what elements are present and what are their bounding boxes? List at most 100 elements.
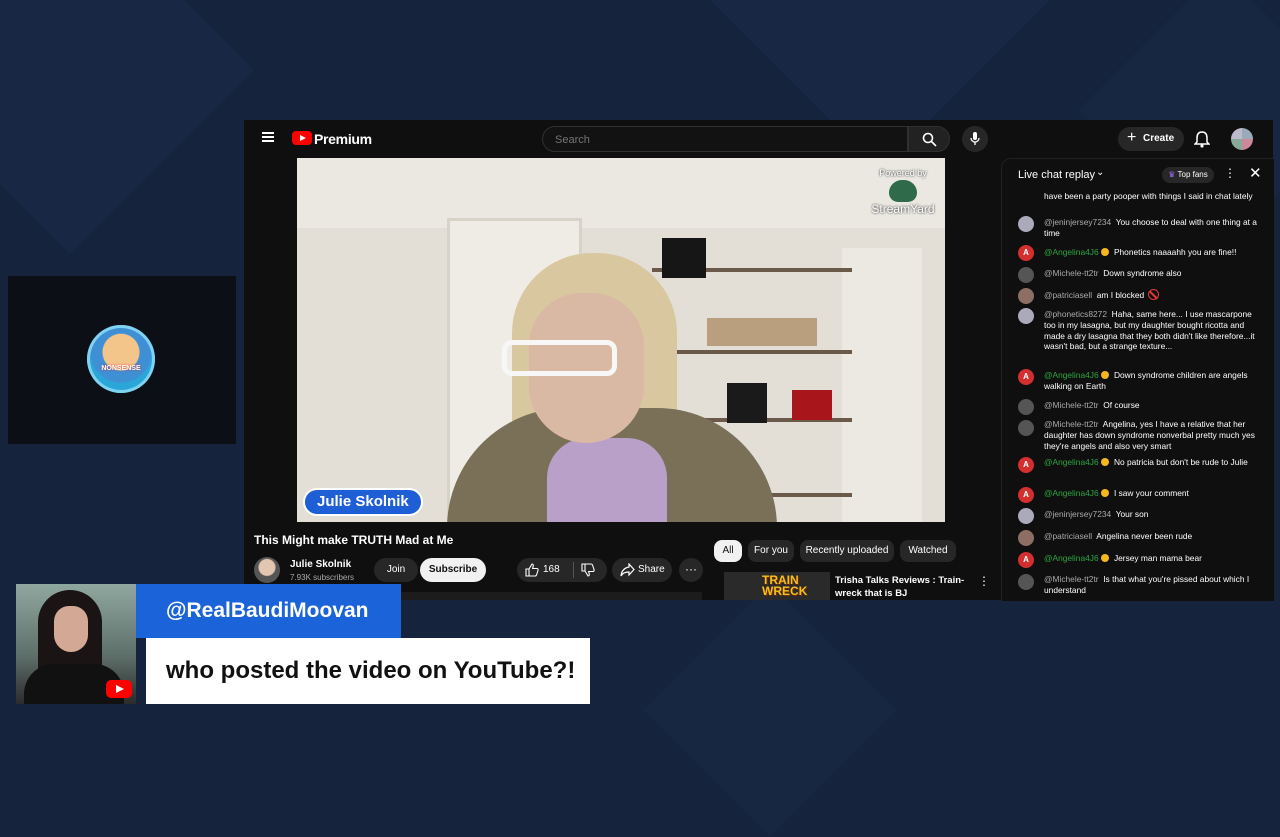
video-player[interactable]: Powered by StreamYard Julie Skolnik — [297, 158, 945, 522]
chat-author[interactable]: @Angelina4J6 — [1044, 247, 1099, 257]
chat-author[interactable]: @jeninjersey7234 — [1044, 217, 1111, 227]
create-label: Create — [1143, 133, 1175, 144]
recommended-video-menu-icon[interactable]: ⋮ — [978, 574, 990, 588]
streamyard-duck-icon — [889, 180, 917, 202]
close-icon[interactable]: ✕ — [1249, 164, 1262, 182]
chat-avatar — [1018, 574, 1034, 590]
video-scene-photos — [707, 318, 817, 346]
chat-message: @Michele-tt2tr Down syndrome also — [1044, 268, 1262, 279]
chip-watched[interactable]: Watched — [900, 540, 956, 562]
chat-author[interactable]: @jeninjersey7234 — [1044, 509, 1111, 519]
host-camera-tile — [16, 584, 136, 704]
channel-name[interactable]: Julie Skolnik — [290, 559, 351, 570]
chat-avatar — [1018, 530, 1034, 546]
caption-banner: who posted the video on YouTube?! — [146, 638, 590, 704]
create-button[interactable]: + Create — [1118, 127, 1184, 151]
chat-avatar: A — [1018, 245, 1034, 261]
chat-avatar: A — [1018, 487, 1034, 503]
search-button[interactable] — [908, 126, 950, 152]
chat-message: @Angelina4J6 Jersey man mama bear — [1044, 553, 1262, 564]
chat-author[interactable]: @Angelina4J6 — [1044, 553, 1099, 563]
chat-avatar — [1018, 399, 1034, 415]
chat-avatar: A — [1018, 552, 1034, 568]
chat-avatar: A — [1018, 457, 1034, 473]
dislike-icon[interactable] — [581, 563, 595, 577]
account-avatar[interactable] — [1231, 128, 1253, 150]
streamyard-powered-text: Powered by — [879, 168, 927, 178]
chat-message: @jeninjersey7234 You choose to deal with… — [1044, 217, 1262, 239]
chat-message: @Angelina4J6 I saw your comment — [1044, 488, 1262, 499]
chat-message: @Angelina4J6 No patricia but don't be ru… — [1044, 457, 1262, 468]
youtube-badge-icon — [106, 680, 132, 698]
youtube-topbar: Premium + Create — [244, 120, 1273, 158]
streamyard-watermark: Powered by StreamYard — [867, 168, 939, 226]
chat-author[interactable]: @Angelina4J6 — [1044, 488, 1099, 498]
chat-message: @Michele-tt2tr Is that what you're pisse… — [1044, 574, 1262, 596]
chat-message-text: Your son — [1115, 509, 1149, 519]
chat-message: @phonetics8272 Haha, same here... I use … — [1044, 309, 1262, 352]
chat-message: have been a party pooper with things I s… — [1044, 191, 1262, 202]
chip-all[interactable]: All — [714, 540, 742, 562]
thumbnail-text: TRAIN WRECK — [762, 573, 808, 598]
chat-message-text: have been a party pooper with things I s… — [1044, 191, 1253, 201]
recommended-video-title[interactable]: Trisha Talks Reviews : Train-wreck that … — [835, 574, 975, 600]
chat-avatar — [1018, 508, 1034, 524]
chat-menu-icon[interactable]: ⋮ — [1224, 166, 1236, 180]
voice-search-button[interactable] — [962, 126, 988, 152]
top-fans-button[interactable]: ♛ Top fans — [1162, 167, 1214, 183]
member-badge-icon — [1100, 458, 1109, 466]
chat-author[interactable]: @Michele-tt2tr — [1044, 574, 1099, 584]
chevron-down-icon[interactable]: ⌄ — [1096, 167, 1104, 178]
youtube-brand[interactable]: Premium — [314, 131, 372, 147]
chat-author[interactable]: @Michele-tt2tr — [1044, 400, 1099, 410]
video-person-glasses — [502, 340, 617, 376]
chat-message: @jeninjersey7234 Your son — [1044, 509, 1262, 520]
share-button[interactable]: Share — [612, 558, 672, 582]
youtube-window: Premium + Create — [244, 120, 1274, 601]
chip-for-you[interactable]: For you — [748, 540, 794, 562]
hamburger-menu-icon[interactable] — [262, 132, 274, 142]
chat-author[interactable]: @patriciasell — [1044, 290, 1092, 300]
like-count: 168 — [543, 564, 560, 575]
video-person-shirt — [547, 438, 667, 522]
chat-author[interactable]: @Angelina4J6 — [1044, 457, 1099, 467]
chat-message-list: have been a party pooper with things I s… — [1002, 191, 1274, 601]
like-divider — [573, 562, 574, 578]
chat-avatar — [1018, 216, 1034, 232]
subscribe-button[interactable]: Subscribe — [420, 558, 486, 582]
chat-message-text: No patricia but don't be rude to Julie — [1113, 457, 1248, 467]
chat-avatar — [1018, 288, 1034, 304]
host-handle-banner: @RealBaudiMoovan — [136, 584, 401, 638]
chat-message-text: Angelina never been rude — [1096, 531, 1193, 541]
live-chat-panel: Live chat replay ⌄ ♛ Top fans ⋮ ✕ have b… — [1001, 158, 1274, 601]
host-face — [54, 606, 88, 652]
chat-message: @patriciasell am I blocked — [1044, 289, 1262, 301]
chat-author[interactable]: @Angelina4J6 — [1044, 370, 1099, 380]
search-input[interactable] — [553, 131, 897, 149]
chat-author[interactable]: @phonetics8272 — [1044, 309, 1107, 319]
youtube-logo-icon[interactable] — [292, 131, 312, 145]
video-scene-door — [842, 248, 922, 522]
channel-avatar[interactable] — [254, 557, 280, 583]
background-shape — [642, 582, 898, 837]
subscriber-count: 7.93K subscribers — [290, 573, 355, 582]
search-icon — [922, 132, 937, 147]
prohibited-icon — [1148, 289, 1160, 300]
chat-author[interactable]: @Michele-tt2tr — [1044, 268, 1099, 278]
chat-message-text: Of course — [1103, 400, 1140, 410]
chat-author[interactable]: @Michele-tt2tr — [1044, 419, 1099, 429]
chat-message-text: am I blocked — [1096, 290, 1145, 300]
video-scene-ceiling — [297, 158, 945, 228]
live-chat-title[interactable]: Live chat replay — [1018, 169, 1095, 181]
recommended-video-thumbnail[interactable]: TRAIN WRECK — [724, 572, 830, 600]
more-actions-button[interactable]: ··· — [679, 558, 703, 582]
join-button[interactable]: Join — [374, 558, 418, 582]
chip-recently-uploaded[interactable]: Recently uploaded — [800, 540, 894, 562]
live-chat-header: Live chat replay ⌄ ♛ Top fans ⋮ ✕ — [1002, 159, 1274, 191]
video-title: This Might make TRUTH Mad at Me — [254, 533, 454, 547]
chat-avatar — [1018, 267, 1034, 283]
notifications-bell-icon[interactable] — [1194, 130, 1210, 148]
chat-author[interactable]: @patriciasell — [1044, 531, 1092, 541]
chat-avatar — [1018, 420, 1034, 436]
like-icon[interactable] — [525, 563, 539, 577]
